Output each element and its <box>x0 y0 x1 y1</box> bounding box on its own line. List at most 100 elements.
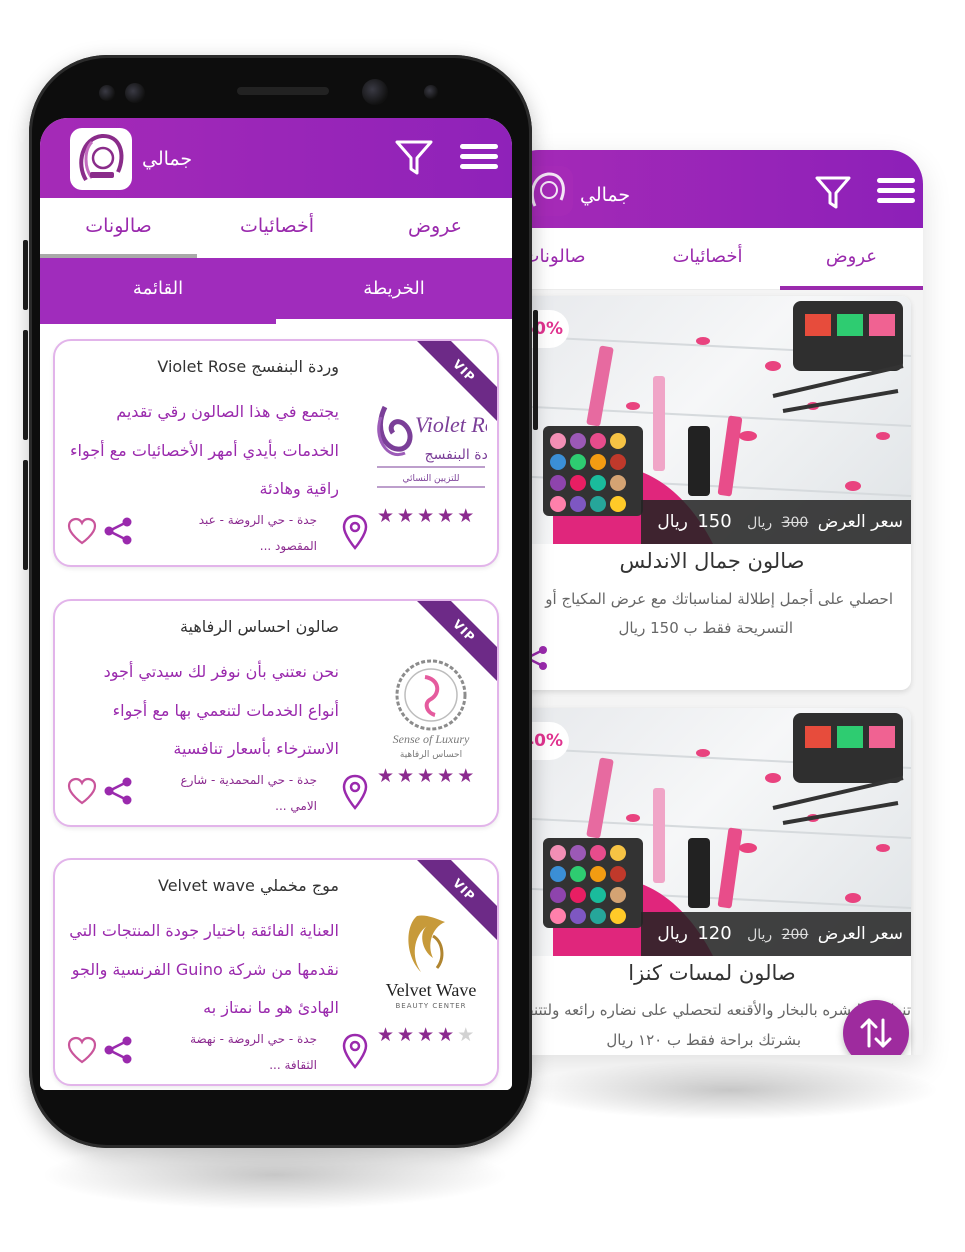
star-icon: ★ <box>417 765 438 787</box>
share-icon[interactable] <box>103 516 133 546</box>
main-tabs: عروض أخصائيات صالونات <box>505 228 923 290</box>
menu-icon[interactable] <box>460 144 498 172</box>
location-pin-icon[interactable] <box>341 774 369 812</box>
app-title: جمالي <box>142 148 193 170</box>
favorite-heart-icon[interactable] <box>67 1036 97 1064</box>
salons-screen: جمالي عروض أخصائيات صالونات الخريطة القا… <box>40 118 512 1090</box>
salon-logo-subtitle: احساس الرفاهية <box>400 750 462 760</box>
app-header: جمالي <box>40 118 512 198</box>
salon-logo-wordmark: Violet Rose <box>415 412 487 437</box>
salon-name: صالون احساس الرفاهية <box>179 617 339 636</box>
phone-shadow <box>40 1140 510 1210</box>
new-price: 120 <box>697 923 732 944</box>
volume-button <box>23 240 28 310</box>
front-camera <box>362 79 388 105</box>
salon-logo-wordmark: Velvet Wave <box>386 980 477 1000</box>
star-icon: ★ <box>377 765 398 787</box>
currency: ريال <box>747 515 773 531</box>
menu-icon[interactable] <box>877 178 915 206</box>
salon-card[interactable]: VIP وردة البنفسج Violet Rose يجتمع في هذ… <box>53 339 499 567</box>
star-icon: ★ <box>437 505 458 527</box>
earpiece <box>237 87 329 95</box>
salon-logo-subtitle: وردة البنفسج <box>425 447 487 463</box>
salon-list: VIP وردة البنفسج Violet Rose يجتمع في هذ… <box>40 324 512 1090</box>
old-price: 200 <box>781 927 809 943</box>
tab-offers[interactable]: عروض <box>358 198 512 258</box>
sensor <box>424 85 438 99</box>
salon-description: يجتمع في هذا الصالون رقي تقديم الخدمات ب… <box>70 402 339 498</box>
offers-screen: جمالي عروض أخصائيات صالونات 50% سعر العر… <box>505 150 923 1055</box>
salon-description: نحن نعتني بأن نوفر لك سيدتي أجود أنواع ا… <box>103 662 339 758</box>
star-icon: ★ <box>377 505 398 527</box>
tab-specialists[interactable]: أخصائيات <box>635 228 780 290</box>
offer-card[interactable]: 50% سعر العرض 300 ريال 150 ريال صالون جم… <box>513 296 911 690</box>
salon-logo: Violet Rose وردة البنفسج للتزيين النسائي <box>375 387 497 507</box>
salon-address: جدة - حي الروضة - عبد المقصود ... <box>198 513 317 553</box>
price-bar: سعر العرض 200 ريال 120 ريال <box>641 912 911 956</box>
star-icon: ★ <box>437 765 458 787</box>
app-logo <box>70 128 132 190</box>
sort-arrows-icon <box>860 1018 892 1048</box>
filter-icon[interactable] <box>395 139 433 177</box>
offer-title: صالون لمسات كنزا <box>628 961 796 985</box>
currency: ريال <box>657 512 688 532</box>
salon-address: جدة - حي المحمدية - شارع الامي ... <box>180 773 317 813</box>
tab-offers[interactable]: عروض <box>780 228 923 290</box>
rating-stars: ★★★★★ <box>377 505 477 527</box>
favorite-heart-icon[interactable] <box>67 517 97 545</box>
star-icon: ★ <box>417 505 438 527</box>
star-icon: ★ <box>417 1024 438 1046</box>
salon-name: موج مخملي Velvet wave <box>158 876 339 895</box>
rating-stars: ★★★★★ <box>377 1024 477 1046</box>
rating-stars: ★★★★★ <box>377 765 477 787</box>
tab-list[interactable]: القائمة <box>40 258 276 324</box>
view-tabs: الخريطة القائمة <box>40 258 512 324</box>
share-icon[interactable] <box>103 1035 133 1065</box>
salon-logo: Velvet Wave BEAUTY CENTER <box>375 906 487 1026</box>
offer-image: 40% سعر العرض 200 ريال 120 ريال <box>513 708 911 956</box>
price-label: سعر العرض <box>817 924 903 944</box>
new-price: 150 <box>697 511 732 532</box>
star-icon: ★ <box>377 1024 398 1046</box>
salon-card[interactable]: VIP صالون احساس الرفاهية نحن نعتني بأن ن… <box>53 599 499 827</box>
volume-button <box>23 330 28 440</box>
price-bar: سعر العرض 300 ريال 150 ريال <box>641 500 911 544</box>
star-empty-icon: ★ <box>457 1024 478 1046</box>
salon-logo-tagline: للتزيين النسائي <box>402 474 459 484</box>
sort-fab[interactable] <box>843 1000 909 1055</box>
offer-image: 50% سعر العرض 300 ريال 150 ريال <box>513 296 911 544</box>
salon-card[interactable]: VIP موج مخملي Velvet wave العناية الفائق… <box>53 858 499 1086</box>
offer-desc-line2: التسريحة فقط ب 150 ريال <box>618 619 793 637</box>
tab-specialists[interactable]: أخصائيات <box>197 198 357 258</box>
salon-logo: Sense of Luxury احساس الرفاهية <box>375 647 487 767</box>
app-showcase: جمالي عروض أخصائيات صالونات 50% سعر العر… <box>0 0 965 1252</box>
location-pin-icon[interactable] <box>341 1033 369 1071</box>
location-pin-icon[interactable] <box>341 514 369 552</box>
star-icon: ★ <box>397 1024 418 1046</box>
offer-title: صالون جمال الاندلس <box>619 549 805 573</box>
salon-logo-subtitle: BEAUTY CENTER <box>395 1002 466 1010</box>
salon-description: العناية الفائقة باختيار جودة المنتجات ال… <box>69 921 339 1017</box>
star-icon: ★ <box>457 765 478 787</box>
star-icon: ★ <box>457 505 478 527</box>
favorite-heart-icon[interactable] <box>67 777 97 805</box>
tab-salons[interactable]: صالونات <box>40 198 197 258</box>
star-icon: ★ <box>437 1024 458 1046</box>
salon-name: وردة البنفسج Violet Rose <box>157 357 339 376</box>
tab-map[interactable]: الخريطة <box>276 258 512 324</box>
sensor <box>99 85 115 101</box>
currency: ريال <box>657 924 688 944</box>
share-icon[interactable] <box>103 776 133 806</box>
offer-desc-line1: احصلي على أجمل إطلالة لمناسباتك مع عرض ا… <box>545 590 893 608</box>
bixby-button <box>23 460 28 570</box>
app-title: جمالي <box>580 184 631 206</box>
currency: ريال <box>747 927 773 943</box>
filter-icon[interactable] <box>815 176 851 210</box>
star-icon: ★ <box>397 505 418 527</box>
salon-logo-wordmark: Sense of Luxury <box>393 732 470 746</box>
app-header: جمالي <box>505 150 923 228</box>
offer-desc-line2: بشرتك براحة فقط ب ١٢٠ ريال <box>606 1031 801 1049</box>
old-price: 300 <box>781 515 809 531</box>
power-button <box>533 310 538 430</box>
sensor <box>125 83 145 103</box>
